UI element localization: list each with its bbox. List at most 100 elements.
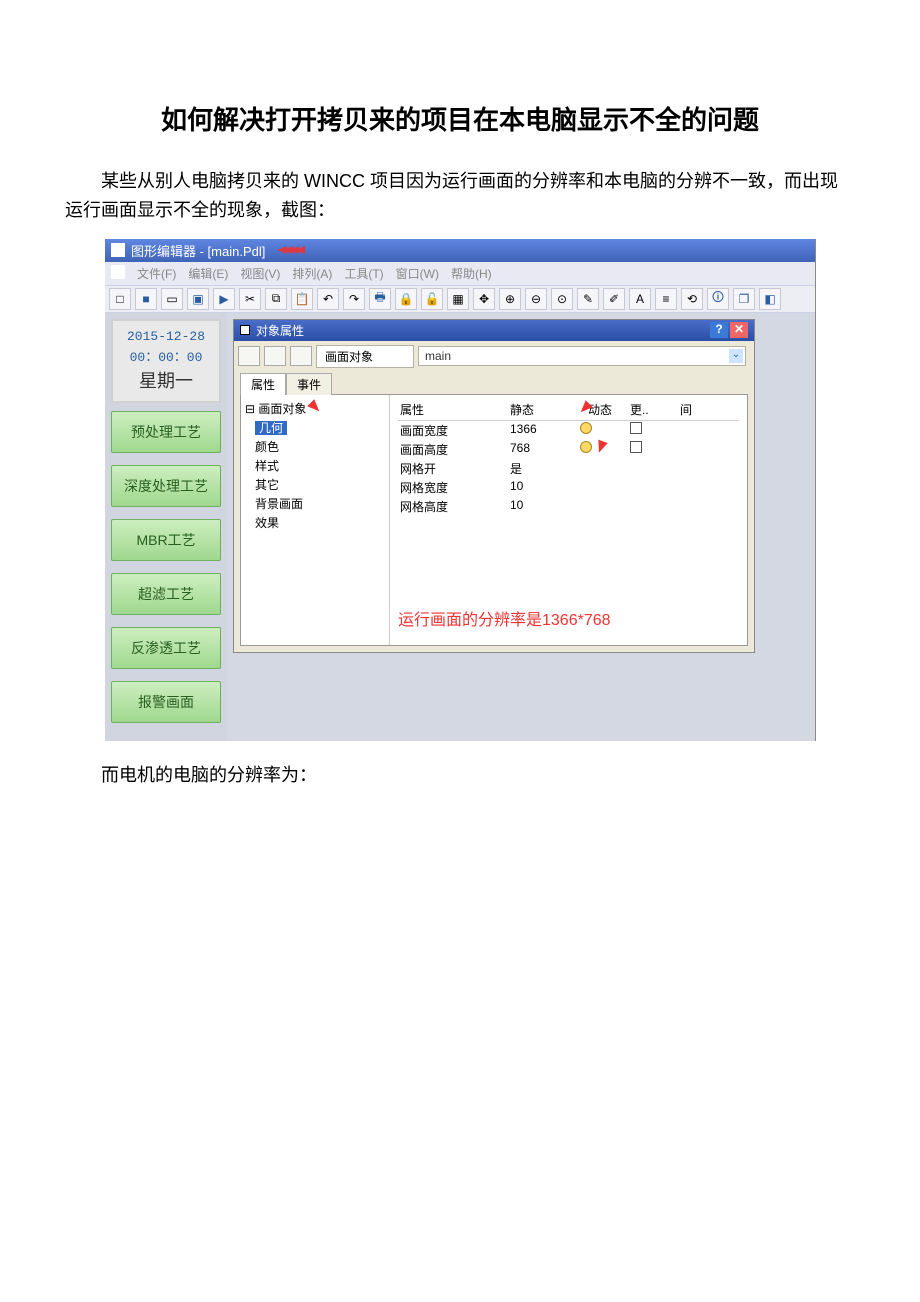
close-button[interactable]: ✕ — [730, 322, 748, 338]
tool-grid-icon[interactable]: ▦ — [447, 288, 469, 310]
col-upd: 更.. — [628, 399, 678, 420]
menu-edit[interactable]: 编辑(E) — [188, 265, 228, 282]
col-prop: 属性 — [398, 399, 508, 420]
object-name-field[interactable]: main ⌄ — [418, 346, 746, 366]
annotation-arrow-icon — [307, 399, 323, 415]
tree-effect[interactable]: 效果 — [255, 513, 385, 532]
toolbar: □ ■ ▭ ▣ ▶ ✂ ⧉ 📋 ↶ ↷ 🖶 🔒 🔓 ▦ ✥ ⊕ ⊖ ⊙ ✎ ✐ — [105, 285, 815, 313]
tool-misc2-icon[interactable]: ◧ — [759, 288, 781, 310]
grid-row[interactable]: 网格高度 10 — [398, 497, 739, 516]
tool-redo-icon[interactable]: ↷ — [343, 288, 365, 310]
grid-row[interactable]: 画面高度 768 — [398, 440, 739, 459]
tool-run-icon[interactable]: ▶ — [213, 288, 235, 310]
property-grid: 属性 静态 动态 更.. 间 画面宽度 1366 — [390, 395, 747, 645]
menu-view[interactable]: 视图(V) — [240, 265, 280, 282]
document-title: 如何解决打开拷贝来的项目在本电脑显示不全的问题 — [65, 100, 855, 137]
property-tree: ⊟ 画面对象 几何 颜色 样式 其它 背景画面 效果 — [241, 395, 390, 645]
object-type-field[interactable]: 画面对象 — [316, 345, 414, 368]
tool-align-icon[interactable]: ≡ — [655, 288, 677, 310]
weekday-value: 星期一 — [115, 367, 217, 393]
tool-font-icon[interactable]: A — [629, 288, 651, 310]
grid-row[interactable]: 画面宽度 1366 — [398, 421, 739, 440]
nav-btn-6[interactable]: 报警画面 — [111, 681, 221, 723]
tool-zoomfit-icon[interactable]: ⊙ — [551, 288, 573, 310]
annotation-arrow-icon — [594, 439, 608, 454]
col-stat: 静态 — [508, 399, 578, 420]
tool-new-icon[interactable]: □ — [109, 288, 131, 310]
date-value: 2015-12-28 — [115, 329, 217, 344]
tool-misc1-icon[interactable]: ❐ — [733, 288, 755, 310]
grid-row[interactable]: 网格宽度 10 — [398, 478, 739, 497]
nav-btn-4[interactable]: 超滤工艺 — [111, 573, 221, 615]
tool-brush-icon[interactable]: ✎ — [577, 288, 599, 310]
properties-dialog: 对象属性 ? ✕ 画面对象 main — [233, 319, 755, 653]
menu-file[interactable]: 文件(F) — [137, 265, 176, 282]
annotation-text: 运行画面的分辨率是1366*768 — [398, 606, 739, 630]
tool-lock2-icon[interactable]: 🔓 — [421, 288, 443, 310]
nav-btn-5[interactable]: 反渗透工艺 — [111, 627, 221, 669]
screenshot: 图形编辑器 - [main.Pdl] 文件(F) 编辑(E) 视图(V) 排列(… — [105, 239, 816, 741]
tool-zoomout-icon[interactable]: ⊖ — [525, 288, 547, 310]
col-dyn: 动态 — [578, 399, 628, 420]
tree-style[interactable]: 样式 — [255, 456, 385, 475]
grid-row[interactable]: 网格开 是 — [398, 459, 739, 478]
dialog-icon — [240, 325, 250, 335]
tool-print-icon[interactable]: 🖶 — [369, 288, 391, 310]
window-titlebar: 图形编辑器 - [main.Pdl] — [105, 239, 815, 262]
app-icon — [111, 243, 125, 257]
tool-lock-icon[interactable]: 🔒 — [395, 288, 417, 310]
time-value: 00：00：00 — [115, 346, 217, 365]
canvas-area: www.bdocx.com 对象属性 ? ✕ — [227, 313, 815, 741]
grid-header: 属性 静态 动态 更.. 间 — [398, 399, 739, 421]
tree-geometry[interactable]: 几何 — [255, 421, 287, 435]
menu-tools[interactable]: 工具(T) — [344, 265, 383, 282]
col-ind: 间 — [678, 399, 708, 420]
tree-color[interactable]: 颜色 — [255, 437, 385, 456]
dialog-title: 对象属性 — [256, 322, 304, 339]
paragraph-2: 而电机的电脑的分辨率为： — [65, 761, 855, 790]
tool-brush2-icon[interactable]: ✐ — [603, 288, 625, 310]
tool-rotate-icon[interactable]: ⟲ — [681, 288, 703, 310]
tab-properties[interactable]: 属性 — [240, 373, 286, 395]
tab-events[interactable]: 事件 — [286, 373, 332, 395]
dialog-tabs: 属性 事件 — [234, 372, 754, 394]
menu-icon — [111, 265, 125, 279]
paragraph-1: 某些从别人电脑拷贝来的 WINCC 项目因为运行画面的分辨率和本电脑的分辨不一致… — [65, 167, 855, 225]
left-sidebar: 2015-12-28 00：00：00 星期一 预处理工艺 深度处理工艺 MBR… — [105, 313, 227, 741]
date-panel: 2015-12-28 00：00：00 星期一 — [111, 319, 221, 403]
tool-zoomin-icon[interactable]: ⊕ — [499, 288, 521, 310]
dropdown-icon[interactable]: ⌄ — [729, 349, 743, 363]
menubar: 文件(F) 编辑(E) 视图(V) 排列(A) 工具(T) 窗口(W) 帮助(H… — [105, 262, 815, 285]
checkbox[interactable] — [630, 441, 642, 453]
nav-btn-1[interactable]: 预处理工艺 — [111, 411, 221, 453]
tool-undo-icon[interactable]: ↶ — [317, 288, 339, 310]
menu-window[interactable]: 窗口(W) — [396, 265, 439, 282]
nav-btn-2[interactable]: 深度处理工艺 — [111, 465, 221, 507]
menu-arrange[interactable]: 排列(A) — [292, 265, 332, 282]
tool-copy-icon[interactable]: ⧉ — [265, 288, 287, 310]
pin-icon[interactable] — [238, 346, 260, 366]
tool-move-icon[interactable]: ✥ — [473, 288, 495, 310]
dyn-bulb-icon[interactable] — [578, 440, 628, 459]
dialog-titlebar: 对象属性 ? ✕ — [234, 320, 754, 341]
tool-cut-icon[interactable]: ✂ — [239, 288, 261, 310]
dyn-bulb-icon[interactable] — [578, 421, 628, 440]
tool-open-icon[interactable]: ■ — [135, 288, 157, 310]
tool-info-icon[interactable]: 🛈 — [707, 288, 729, 310]
tree-bg[interactable]: 背景画面 — [255, 494, 385, 513]
pick-icon[interactable] — [264, 346, 286, 366]
checkbox[interactable] — [630, 422, 642, 434]
dialog-toolbar: 画面对象 main ⌄ — [234, 341, 754, 372]
tool-saveall-icon[interactable]: ▣ — [187, 288, 209, 310]
tree-other[interactable]: 其它 — [255, 475, 385, 494]
nav-btn-3[interactable]: MBR工艺 — [111, 519, 221, 561]
pick2-icon[interactable] — [290, 346, 312, 366]
dialog-body: ⊟ 画面对象 几何 颜色 样式 其它 背景画面 效果 属性 — [240, 394, 748, 646]
tool-paste-icon[interactable]: 📋 — [291, 288, 313, 310]
annotation-arrow-icon — [277, 246, 287, 254]
window-title: 图形编辑器 - [main.Pdl] — [131, 241, 265, 260]
help-button[interactable]: ? — [710, 322, 728, 338]
menu-help[interactable]: 帮助(H) — [451, 265, 492, 282]
tool-save-icon[interactable]: ▭ — [161, 288, 183, 310]
tree-root[interactable]: ⊟ 画面对象 — [245, 399, 385, 418]
